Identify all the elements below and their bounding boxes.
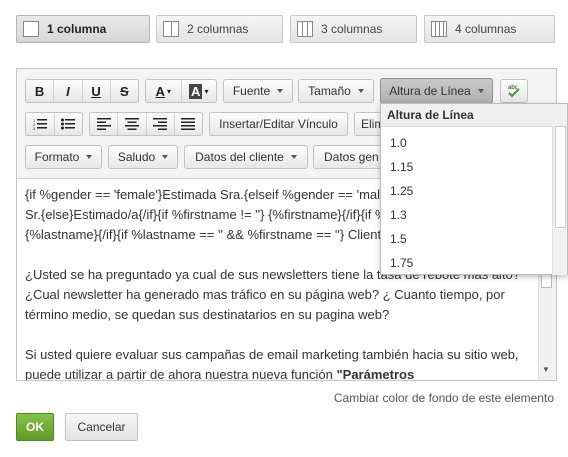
line-height-label: Altura de Línea (389, 84, 471, 98)
chevron-down-icon (162, 155, 169, 159)
justify-icon (181, 118, 196, 130)
align-center-button[interactable] (118, 113, 147, 135)
align-right-button[interactable] (147, 113, 175, 135)
four-columns-icon (431, 21, 447, 37)
line-height-menu-title: Altura de Línea (381, 104, 567, 127)
remove-link-label: Elim (361, 117, 380, 131)
format-label: Formato (34, 150, 80, 164)
column-option-2[interactable]: 2 columnas (156, 15, 283, 43)
paragraph-text: Si usted quiere evaluar sus campañas de … (25, 347, 519, 380)
chevron-down-icon (277, 89, 284, 93)
italic-button[interactable]: I (54, 80, 83, 102)
client-data-label: Datos del cliente (195, 150, 284, 164)
ok-button[interactable]: OK (16, 413, 54, 441)
column-option-4[interactable]: 4 columnas (424, 15, 555, 43)
column-option-label: 4 columnas (455, 22, 517, 36)
chevron-down-icon: ▾ (204, 86, 209, 96)
background-color-icon: A (189, 83, 203, 99)
text-color-icon: A (155, 83, 165, 99)
color-group: A ▾ A ▾ (145, 79, 217, 103)
column-option-label: 3 columnas (321, 22, 383, 36)
underline-button[interactable]: U (83, 80, 111, 102)
list-group: 123 (25, 112, 83, 136)
bullet-list-button[interactable] (55, 113, 83, 135)
line-height-option[interactable]: 1.15 (381, 155, 567, 179)
strikethrough-button[interactable]: S (111, 80, 138, 102)
size-dropdown[interactable]: Tamaño (298, 79, 374, 103)
alignment-group (89, 112, 203, 136)
chevron-down-icon (477, 89, 484, 93)
line-height-option[interactable]: 1.0 (381, 131, 567, 155)
bg-color-button[interactable]: A ▾ (182, 80, 217, 102)
line-height-option[interactable]: 1.5 (381, 227, 567, 251)
column-option-3[interactable]: 3 columnas (290, 15, 417, 43)
three-columns-icon (297, 21, 313, 37)
chevron-down-icon (86, 155, 93, 159)
size-label: Tamaño (308, 84, 351, 98)
insert-link-button[interactable]: Insertar/Editar Vínculo (209, 112, 348, 136)
line-height-dropdown[interactable]: Altura de Línea (380, 78, 493, 104)
svg-text:3: 3 (33, 126, 36, 130)
scroll-down-icon[interactable]: ▼ (542, 365, 550, 374)
column-option-label: 1 columna (47, 22, 107, 36)
more-data-label: Datos gen (324, 150, 379, 164)
line-height-option[interactable]: 1.3 (381, 203, 567, 227)
cancel-button[interactable]: Cancelar (65, 413, 138, 441)
spellcheck-button[interactable]: abc (500, 79, 528, 103)
greeting-label: Saludo (117, 150, 156, 164)
bold-button[interactable]: B (26, 80, 55, 102)
chevron-down-icon (357, 89, 364, 93)
chevron-down-icon: ▾ (166, 86, 171, 96)
column-option-label: 2 columnas (187, 22, 249, 36)
justify-button[interactable] (175, 113, 202, 135)
align-right-icon (153, 118, 168, 130)
more-data-dropdown[interactable]: Datos gen (313, 145, 380, 169)
column-option-1[interactable]: 1 columna (16, 15, 150, 43)
one-column-icon (23, 21, 39, 37)
content-paragraph: Si usted quiere evaluar sus campañas de … (25, 345, 530, 380)
menu-scrollbar-thumb[interactable] (555, 126, 566, 228)
font-label: Fuente (232, 84, 271, 98)
background-color-link[interactable]: Cambiar color de fondo de este elemento (334, 391, 554, 405)
bullet-list-icon (61, 118, 76, 130)
spellcheck-icon: abc (508, 85, 520, 98)
svg-text:abc: abc (508, 85, 518, 91)
paragraph-bold-text: "Parámetros (336, 367, 415, 380)
text-style-group: B I U S (25, 79, 139, 103)
two-columns-icon (163, 21, 179, 37)
align-left-button[interactable] (90, 113, 119, 135)
ordered-list-icon: 123 (33, 118, 47, 130)
insert-link-label: Insertar/Editar Vínculo (219, 117, 338, 131)
text-color-button[interactable]: A ▾ (146, 80, 182, 102)
line-height-option[interactable]: 1.25 (381, 179, 567, 203)
greeting-dropdown[interactable]: Saludo (108, 145, 178, 169)
line-height-menu: Altura de Línea 1.0 1.15 1.25 1.3 1.5 1.… (380, 103, 568, 275)
client-data-dropdown[interactable]: Datos del cliente (184, 145, 308, 169)
menu-scrollbar[interactable] (552, 126, 567, 275)
format-dropdown[interactable]: Formato (25, 145, 102, 169)
align-center-icon (124, 118, 139, 130)
chevron-down-icon (290, 155, 297, 159)
line-height-option[interactable]: 1.75 (381, 251, 567, 275)
font-dropdown[interactable]: Fuente (223, 79, 293, 103)
ordered-list-button[interactable]: 123 (26, 113, 55, 135)
remove-link-button[interactable]: Elim (354, 112, 380, 136)
align-left-icon (96, 118, 111, 130)
